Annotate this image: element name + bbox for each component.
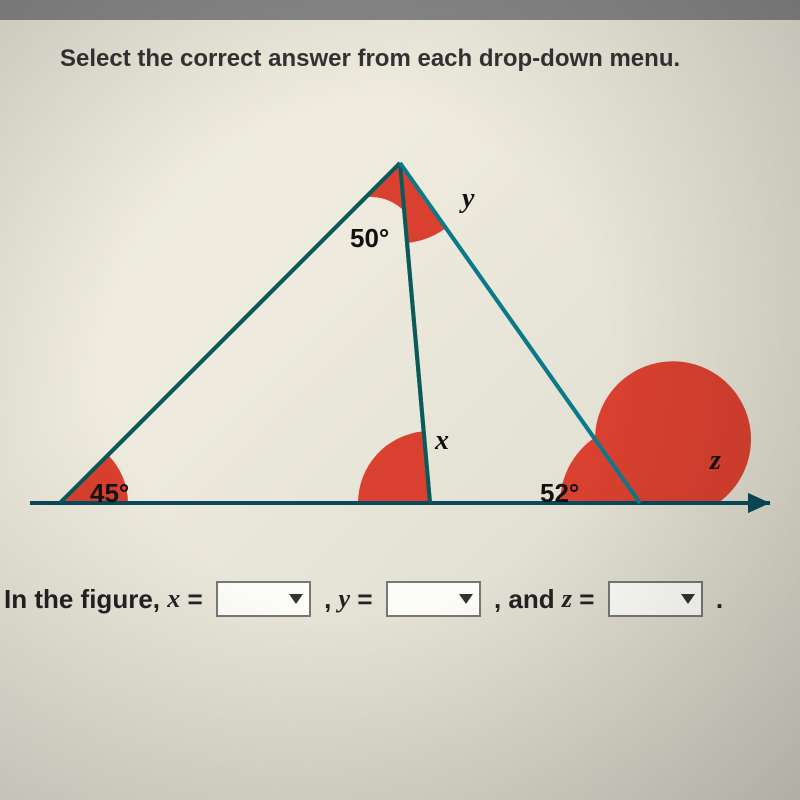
angle-top-label: 50° — [350, 223, 389, 254]
answer-comma2: , and — [487, 584, 562, 615]
instruction-text: Select the correct answer from each drop… — [60, 45, 800, 73]
answer-var-z: z — [562, 584, 572, 614]
chevron-down-icon — [459, 594, 473, 604]
answer-eq-y: = — [350, 584, 380, 615]
chevron-down-icon — [681, 594, 695, 604]
answer-eq-x: = — [180, 584, 210, 615]
answer-row: In the figure, x = , y = , and z = . — [0, 581, 800, 617]
angle-right-inner-label: 52° — [540, 478, 579, 509]
var-y-label: y — [462, 183, 474, 215]
var-z-label: z — [710, 445, 721, 477]
var-x-label: x — [435, 425, 449, 457]
dropdown-z[interactable] — [608, 581, 703, 617]
answer-eq-z: = — [572, 584, 602, 615]
answer-var-x: x — [167, 584, 180, 614]
angle-left-label: 45° — [90, 478, 129, 509]
answer-var-y: y — [339, 584, 351, 614]
dropdown-y[interactable] — [386, 581, 481, 617]
chevron-down-icon — [289, 594, 303, 604]
window-topbar — [0, 0, 800, 20]
dropdown-x[interactable] — [216, 581, 311, 617]
answer-comma1: , — [317, 584, 339, 615]
answer-period: . — [709, 584, 723, 615]
geometry-figure: 45° 50° 52° x y z — [0, 83, 800, 563]
answer-prefix: In the figure, — [4, 584, 167, 615]
